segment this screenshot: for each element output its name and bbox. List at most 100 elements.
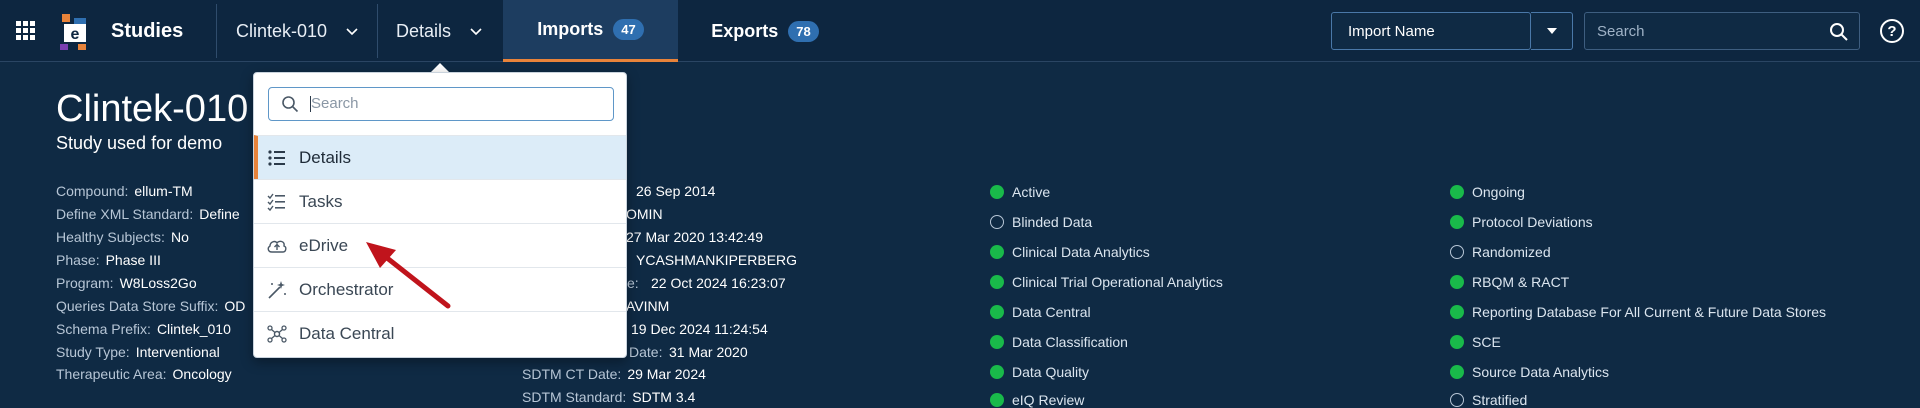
tab-exports[interactable]: Exports 78 (690, 0, 840, 62)
detail-row: Healthy Subjects: No (56, 229, 189, 245)
feature-label: Data Central (1012, 304, 1091, 320)
status-on-icon (1450, 365, 1464, 379)
status-on-icon (990, 365, 1004, 379)
detail-key: SDTM CT Date: (522, 366, 622, 382)
import-name-select[interactable]: Import Name (1331, 12, 1531, 50)
feature-label: Clinical Trial Operational Analytics (1012, 274, 1223, 290)
tab-imports[interactable]: Imports 47 (503, 0, 678, 62)
detail-value: 22 Oct 2024 16:23:07 (651, 275, 786, 291)
detail-value: No (170, 229, 189, 245)
status-on-icon (990, 185, 1004, 199)
dropdown-search[interactable] (268, 87, 614, 121)
feature-label: Data Quality (1012, 364, 1090, 380)
detail-value: Oncology (172, 366, 232, 382)
detail-value: 26 Sep 2014 (636, 183, 716, 199)
status-on-icon (990, 275, 1004, 289)
magic-wand-icon (268, 280, 286, 299)
detail-key: Program: (56, 275, 114, 291)
app-logo-icon[interactable]: e (60, 14, 90, 50)
import-select-toggle[interactable] (1531, 12, 1573, 50)
feature-flag: Data Quality (990, 364, 1089, 380)
status-on-icon (990, 335, 1004, 349)
feature-flag: SCE (1450, 334, 1501, 350)
feature-flag: Clinical Data Analytics (990, 244, 1150, 260)
feature-label: Clinical Data Analytics (1012, 244, 1150, 260)
menu-item-label: Data Central (299, 323, 395, 343)
feature-label: Active (1012, 184, 1051, 200)
detail-key: Queries Data Store Suffix: (56, 298, 219, 314)
section-selector[interactable]: Details (396, 0, 483, 62)
detail-row: Phase: Phase III (56, 252, 161, 268)
menu-item-label: eDrive (299, 235, 349, 255)
detail-row: SDTM Standard: SDTM 3.4 (522, 389, 695, 405)
feature-flag: Data Classification (990, 334, 1128, 350)
feature-label: Source Data Analytics (1472, 364, 1609, 380)
status-on-icon (990, 245, 1004, 259)
feature-flag: Clinical Trial Operational Analytics (990, 274, 1223, 290)
feature-label: Randomized (1472, 244, 1551, 260)
page-title: Clintek-010 (56, 88, 249, 130)
feature-label: SCE (1472, 334, 1501, 350)
global-search-input[interactable]: Search (1584, 12, 1860, 50)
feature-flag: Ongoing (1450, 184, 1525, 200)
feature-flag: Source Data Analytics (1450, 364, 1609, 380)
detail-value: 31 Mar 2020 (669, 344, 748, 360)
divider (377, 4, 378, 58)
status-off-icon (1450, 245, 1464, 259)
menu-item-tasks[interactable]: Tasks (254, 179, 626, 223)
detail-value: ellum-TM (134, 183, 193, 199)
detail-value: 19 Dec 2024 11:24:54 (631, 321, 768, 337)
detail-value: YCASHMANKIPERBERG (636, 252, 798, 268)
detail-row: Schema Prefix: Clintek_010 (56, 321, 231, 337)
detail-key: Phase: (56, 252, 100, 268)
annotation-arrow-icon (366, 242, 451, 309)
help-icon[interactable]: ? (1880, 19, 1904, 43)
menu-item-label: Details (299, 147, 351, 167)
feature-label: eIQ Review (1012, 392, 1085, 408)
list-icon (268, 149, 285, 166)
detail-value: W8Loss2Go (119, 275, 197, 291)
detail-key: Therapeutic Area: (56, 366, 167, 382)
status-on-icon (1450, 305, 1464, 319)
study-selector[interactable]: Clintek-010 (236, 0, 359, 62)
detail-value: Interventional (135, 344, 220, 360)
checklist-icon (267, 193, 285, 211)
detail-key: Schema Prefix: (56, 321, 151, 337)
search-icon (282, 96, 299, 113)
status-on-icon (1450, 215, 1464, 229)
feature-flag: Data Central (990, 304, 1091, 320)
detail-row: Define XML Standard: Define (56, 206, 240, 222)
feature-flag: RBQM & RACT (1450, 274, 1569, 290)
status-on-icon (1450, 335, 1464, 349)
status-on-icon (1450, 275, 1464, 289)
detail-key: Study Type: (56, 344, 130, 360)
feature-flag: Blinded Data (990, 214, 1092, 230)
detail-value: Clintek_010 (156, 321, 231, 337)
feature-flag: Protocol Deviations (1450, 214, 1593, 230)
feature-label: Protocol Deviations (1472, 214, 1593, 230)
detail-value: 29 Mar 2024 (627, 366, 706, 382)
feature-label: RBQM & RACT (1472, 274, 1570, 290)
feature-label: Data Classification (1012, 334, 1128, 350)
detail-row: Compound: ellum-TM (56, 183, 193, 199)
status-on-icon (1450, 185, 1464, 199)
exports-count-badge: 78 (788, 20, 819, 42)
search-icon[interactable] (1829, 22, 1849, 42)
app-grid-icon[interactable] (16, 21, 35, 40)
imports-count-badge: 47 (613, 19, 644, 40)
menu-item-label: Tasks (299, 191, 343, 211)
top-bar: e Studies Clintek-010 Details Imports 47… (0, 0, 1920, 62)
detail-key: Compound: (56, 183, 129, 199)
app-title[interactable]: Studies (111, 20, 183, 43)
tab-exports-label: Exports (711, 20, 779, 41)
feature-flag: eIQ Review (990, 392, 1084, 408)
detail-value: 27 Mar 2020 13:42:49 (626, 229, 763, 245)
status-on-icon (990, 393, 1004, 407)
menu-item-details[interactable]: Details (254, 135, 626, 179)
dropdown-search-input[interactable] (311, 88, 601, 119)
feature-flag: Stratified (1450, 392, 1527, 408)
page-subtitle: Study used for demo (56, 133, 223, 153)
study-selector-label: Clintek-010 (236, 20, 328, 41)
detail-value: Define (199, 206, 240, 222)
feature-flag: Reporting Database For All Current & Fut… (1450, 304, 1826, 320)
